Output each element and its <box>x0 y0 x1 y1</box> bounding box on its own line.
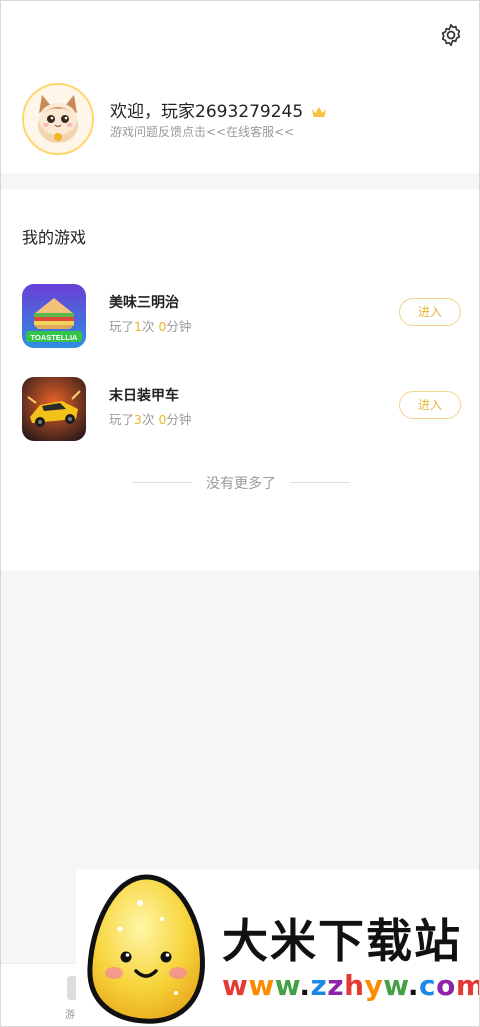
play-count-unit: 次 <box>141 412 155 427</box>
url-char: m <box>456 969 479 1002</box>
list-end-indicator: 没有更多了 <box>132 473 350 493</box>
url-char: o <box>436 969 456 1002</box>
welcome-title: 欢迎，玩家2693279245 <box>110 97 327 122</box>
url-char: h <box>344 969 365 1002</box>
play-count: 3 <box>134 412 142 427</box>
list-end-text: 没有更多了 <box>206 476 276 492</box>
settings-gear-icon[interactable] <box>438 22 464 48</box>
url-char: y <box>364 969 384 1002</box>
game-icon-armored-car[interactable] <box>22 377 86 441</box>
url-char: w <box>222 969 249 1002</box>
section-title: 我的游戏 <box>22 228 87 247</box>
sandwich-icon-logo: TOASTELLIA <box>31 333 79 342</box>
enter-button[interactable]: 进入 <box>399 391 461 419</box>
url-char: w <box>248 969 275 1002</box>
url-char: z <box>310 969 328 1002</box>
game-icon-sandwich[interactable]: TOASTELLIA <box>22 284 86 348</box>
crown-icon <box>311 107 326 117</box>
cat-avatar-icon <box>24 85 92 153</box>
avatar[interactable] <box>22 83 94 155</box>
game-name: 美味三明治 <box>109 295 179 311</box>
game-name: 末日装甲车 <box>109 388 179 404</box>
url-char: . <box>407 969 419 1002</box>
url-char: . <box>299 969 311 1002</box>
profile-header: 欢迎，玩家2693279245 游戏问题反馈点击<<在线客服<< <box>1 1 479 173</box>
played-prefix: 玩了 <box>109 319 135 334</box>
feedback-link[interactable]: 游戏问题反馈点击<<在线客服<< <box>110 123 294 140</box>
watermark-url: www.zzhyw.com <box>222 969 479 1002</box>
game-row[interactable]: 末日装甲车 玩了3次 0分钟 进入 <box>1 377 479 451</box>
game-stats: 玩了1次 0分钟 <box>109 316 191 335</box>
url-char: c <box>418 969 437 1002</box>
egg-mascot-icon <box>87 874 205 1024</box>
watermark-overlay: 大米下载站 www.zzhyw.com <box>76 869 479 1026</box>
url-char: z <box>327 969 345 1002</box>
game-stats: 玩了3次 0分钟 <box>109 409 191 428</box>
play-minutes-unit: 分钟 <box>166 319 192 334</box>
my-games-section: 我的游戏 TOASTELLIA 美味三明治 玩了1次 0分钟 进入 末日装甲车 … <box>1 189 479 571</box>
play-count-unit: 次 <box>141 319 155 334</box>
url-char: w <box>274 969 300 1002</box>
enter-button[interactable]: 进入 <box>399 298 461 326</box>
watermark-title: 大米下载站 <box>222 914 462 968</box>
play-count: 1 <box>134 319 142 334</box>
divider-right <box>290 482 350 483</box>
app-screen: 欢迎，玩家2693279245 游戏问题反馈点击<<在线客服<< 我的游戏 TO… <box>0 0 480 1027</box>
sandwich-icon: TOASTELLIA <box>22 284 86 348</box>
welcome-text: 欢迎，玩家2693279245 <box>110 102 304 122</box>
game-row[interactable]: TOASTELLIA 美味三明治 玩了1次 0分钟 进入 <box>1 284 479 358</box>
tab-label-games[interactable]: 游 <box>65 1006 75 1021</box>
armored-car-icon <box>22 377 86 441</box>
played-prefix: 玩了 <box>109 412 135 427</box>
play-minutes-unit: 分钟 <box>166 412 192 427</box>
url-char: w <box>383 969 408 1002</box>
